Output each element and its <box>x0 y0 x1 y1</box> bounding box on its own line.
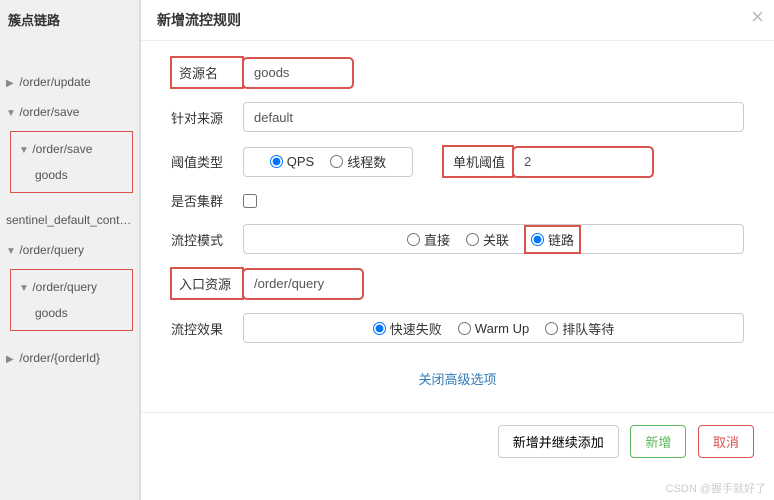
tree-subgroup-query: ▼ /order/query goods <box>10 269 133 331</box>
mode-group: 直接 关联 链路 <box>243 224 744 254</box>
radio-relate-input[interactable] <box>466 233 479 246</box>
tree-subitem-goods[interactable]: goods <box>11 300 132 326</box>
sidebar-title: 簇点链路 <box>0 0 139 39</box>
tree-label: /order/query <box>19 243 84 257</box>
modal-body: 资源名 针对来源 阈值类型 QPS 线程数 单机阈值 是否集群 <box>141 41 774 412</box>
tree-item-orderid[interactable]: ▶ /order/{orderId} <box>0 343 139 373</box>
row-effect: 流控效果 快速失败 Warm Up 排队等待 <box>171 313 744 343</box>
radio-qps[interactable]: QPS <box>270 154 314 169</box>
resource-input[interactable] <box>243 58 353 88</box>
radio-thread-input[interactable] <box>330 155 343 168</box>
tree-label: /order/query <box>32 280 97 294</box>
caret-icon: ▼ <box>19 283 29 294</box>
radio-direct[interactable]: 直接 <box>407 230 450 249</box>
radio-queue-input[interactable] <box>545 322 558 335</box>
radio-fail-input[interactable] <box>373 322 386 335</box>
add-continue-button[interactable]: 新增并继续添加 <box>498 425 619 458</box>
tree-item-query[interactable]: ▼ /order/query <box>0 235 139 265</box>
row-cluster: 是否集群 <box>171 191 744 210</box>
radio-relate[interactable]: 关联 <box>466 230 509 249</box>
tree-item-context[interactable]: sentinel_default_context <box>0 205 139 235</box>
entry-label: 入口资源 <box>171 268 243 299</box>
tree-subitem[interactable]: ▼ /order/save <box>11 136 132 162</box>
row-threshold: 阈值类型 QPS 线程数 单机阈值 <box>171 146 744 177</box>
radio-queue[interactable]: 排队等待 <box>545 319 614 338</box>
cluster-checkbox[interactable] <box>243 194 257 208</box>
tree-label: /order/update <box>19 75 90 89</box>
tree-label: goods <box>35 306 68 320</box>
radio-qps-input[interactable] <box>270 155 283 168</box>
threshold-type-group: QPS 线程数 <box>243 147 413 177</box>
radio-chain-input[interactable] <box>531 233 544 246</box>
watermark: CSDN @握手就好了 <box>666 480 766 496</box>
close-advanced-link[interactable]: 关闭高级选项 <box>418 372 496 387</box>
effect-label: 流控效果 <box>171 319 243 338</box>
tree-item-update[interactable]: ▶ /order/update <box>0 67 139 97</box>
modal-footer: 新增并继续添加 新增 取消 <box>141 412 774 470</box>
sidebar: 簇点链路 ▶ /order/update ▼ /order/save ▼ /or… <box>0 0 140 500</box>
threshold-type-label: 阈值类型 <box>171 152 243 171</box>
radio-fail[interactable]: 快速失败 <box>373 319 442 338</box>
radio-warmup-input[interactable] <box>458 322 471 335</box>
tree-label: /order/{orderId} <box>19 351 100 365</box>
caret-icon: ▼ <box>6 108 16 119</box>
single-threshold-label: 单机阈值 <box>443 146 513 177</box>
add-button[interactable]: 新增 <box>630 425 686 458</box>
radio-warmup[interactable]: Warm Up <box>458 321 529 336</box>
caret-icon: ▶ <box>6 354 16 365</box>
caret-icon: ▼ <box>6 246 16 257</box>
tree-label: /order/save <box>19 105 79 119</box>
source-input[interactable] <box>243 102 744 132</box>
tree-label: goods <box>35 168 68 182</box>
caret-icon: ▼ <box>19 145 29 156</box>
tree-subgroup-save: ▼ /order/save goods <box>10 131 133 193</box>
tree-item-save[interactable]: ▼ /order/save <box>0 97 139 127</box>
advanced-toggle: 关闭高级选项 <box>171 357 744 404</box>
radio-chain[interactable]: 链路 <box>525 226 580 253</box>
radio-direct-input[interactable] <box>407 233 420 246</box>
row-entry: 入口资源 <box>171 268 744 299</box>
mode-label: 流控模式 <box>171 230 243 249</box>
modal-title: 新增流控规则 <box>157 12 241 28</box>
modal-dialog: 新增流控规则 × 资源名 针对来源 阈值类型 QPS 线程数 单机阈值 是 <box>140 0 774 500</box>
effect-group: 快速失败 Warm Up 排队等待 <box>243 313 744 343</box>
tree-subitem-goods[interactable]: goods <box>11 162 132 188</box>
resource-label: 资源名 <box>171 57 243 88</box>
row-resource: 资源名 <box>171 57 744 88</box>
tree-subitem[interactable]: ▼ /order/query <box>11 274 132 300</box>
cancel-button[interactable]: 取消 <box>698 425 754 458</box>
cluster-label: 是否集群 <box>171 191 243 210</box>
entry-input[interactable] <box>243 269 363 299</box>
tree-label: sentinel_default_context <box>6 213 135 227</box>
tree-label: /order/save <box>32 142 92 156</box>
modal-header: 新增流控规则 × <box>141 0 774 41</box>
radio-thread[interactable]: 线程数 <box>330 152 386 171</box>
single-threshold-input[interactable] <box>513 147 653 177</box>
close-icon[interactable]: × <box>751 4 764 30</box>
row-mode: 流控模式 直接 关联 链路 <box>171 224 744 254</box>
caret-icon: ▶ <box>6 78 16 89</box>
source-label: 针对来源 <box>171 108 243 127</box>
row-source: 针对来源 <box>171 102 744 132</box>
